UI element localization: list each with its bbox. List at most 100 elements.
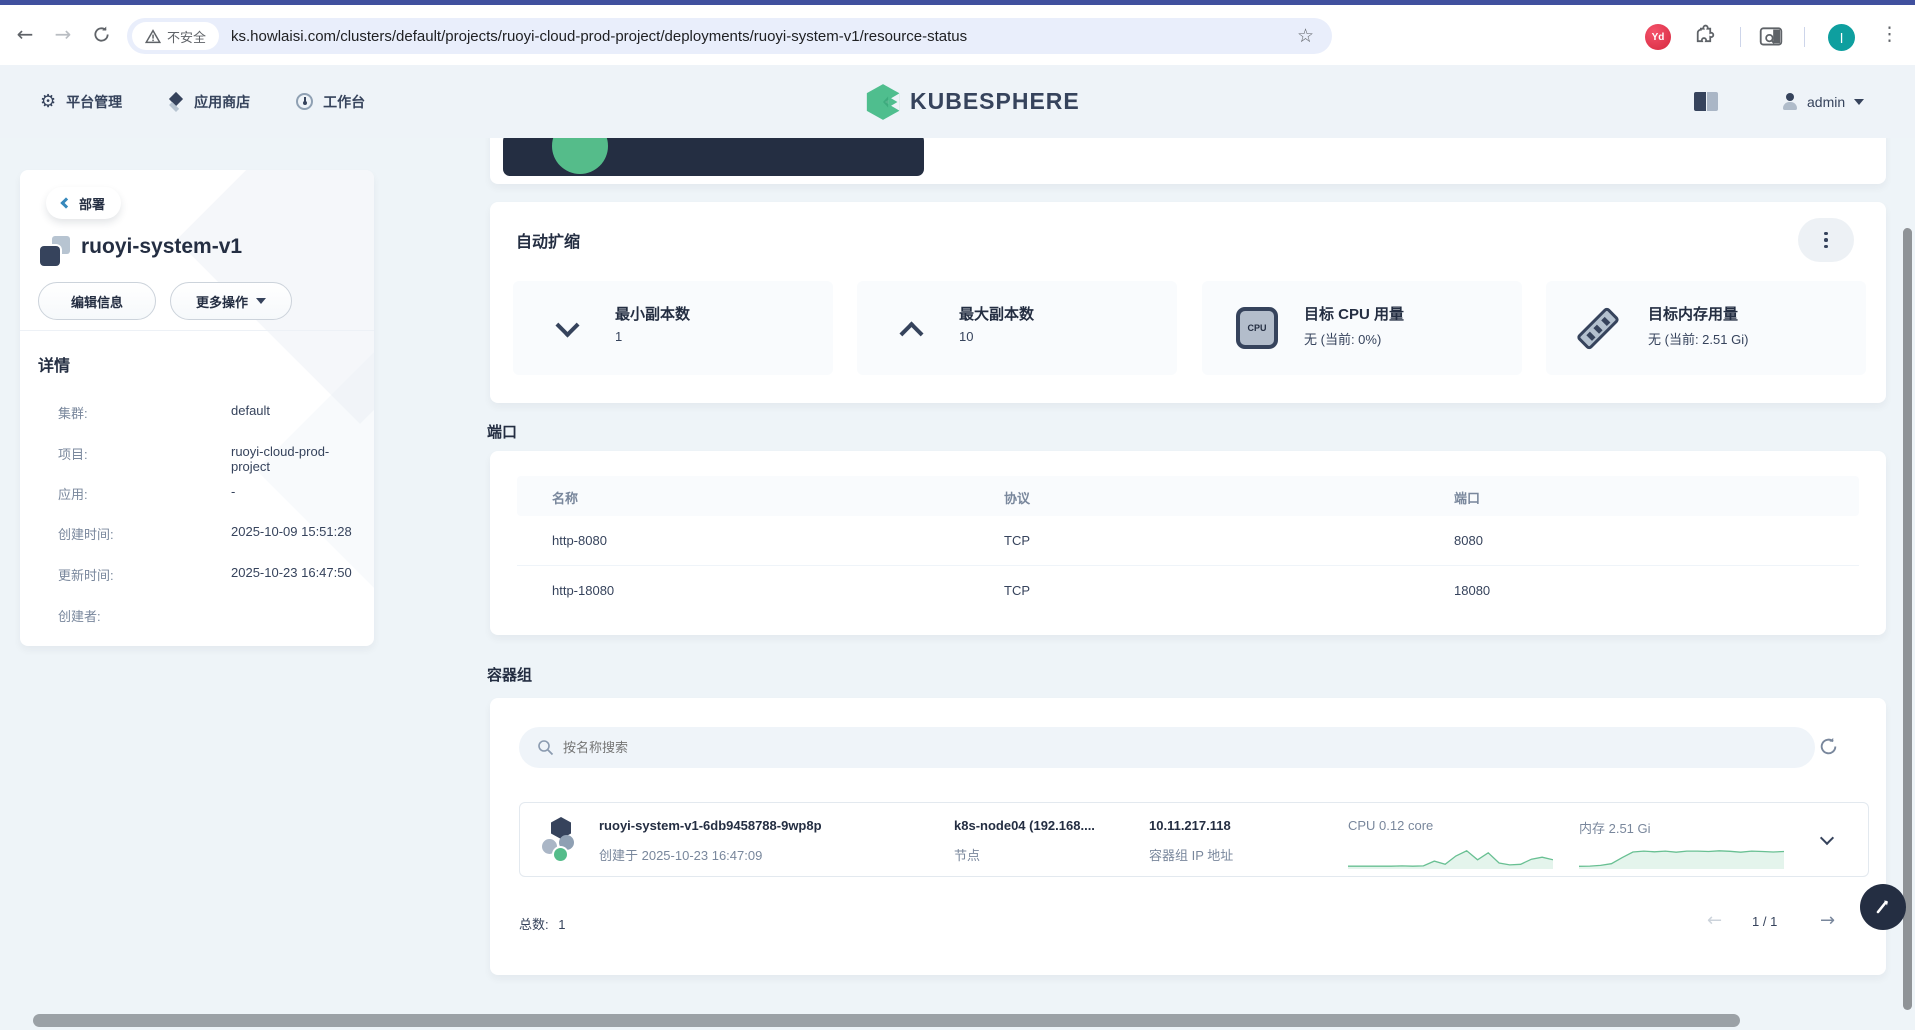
- target-memory-value: 无 (当前: 2.51 Gi): [1648, 329, 1748, 348]
- username: admin: [1807, 94, 1845, 110]
- app-header: ⚙ 平台管理 应用商店 工作台: [0, 65, 1915, 138]
- min-replicas-tile: 最小副本数 1: [513, 281, 833, 375]
- pod-created: 创建于 2025-10-23 16:47:09: [599, 845, 762, 864]
- browser-toolbar: ← → 不安全 ks.howlaisi.com/clusters/default…: [0, 5, 1915, 65]
- horizontal-scrollbar-thumb[interactable]: [33, 1014, 1740, 1027]
- nav-workbench[interactable]: 工作台: [296, 92, 365, 112]
- min-replicas-value: 1: [615, 329, 622, 344]
- nav-label: 平台管理: [66, 92, 122, 112]
- ports-table-header: 名称 协议 端口: [517, 476, 1859, 516]
- pod-name[interactable]: ruoyi-system-v1-6db9458788-9wp8p: [599, 818, 822, 833]
- edit-info-button[interactable]: 编辑信息: [38, 282, 156, 320]
- kubesphere-logo[interactable]: KUBESPHERE: [866, 65, 1080, 138]
- search-input[interactable]: [563, 740, 1663, 755]
- notifications-icon[interactable]: [1694, 92, 1720, 112]
- target-cpu-tile: CPU 目标 CPU 用量 无 (当前: 0%): [1202, 281, 1522, 375]
- browser-profile-avatar[interactable]: l: [1828, 24, 1855, 51]
- browser-reload-button[interactable]: [84, 17, 118, 51]
- pod-ip-label: 容器组 IP 地址: [1149, 845, 1233, 864]
- edit-info-label: 编辑信息: [71, 292, 123, 311]
- cpu-sparkline: [1348, 845, 1553, 869]
- page-indicator: 1 / 1: [1752, 914, 1777, 929]
- extension-yd-icon[interactable]: Yd: [1645, 24, 1671, 50]
- chevron-up-icon: [899, 321, 923, 345]
- min-replicas-title: 最小副本数: [615, 303, 690, 324]
- port-number: 8080: [1454, 533, 1483, 548]
- assistant-floating-button[interactable]: [1860, 884, 1906, 930]
- site-security-chip[interactable]: 不安全: [132, 22, 219, 50]
- table-row: http-8080 TCP 8080: [517, 516, 1859, 566]
- target-cpu-value: 无 (当前: 0%): [1304, 329, 1381, 348]
- vertical-scrollbar-thumb[interactable]: [1903, 228, 1912, 1010]
- page-next-button[interactable]: →: [1820, 910, 1835, 931]
- bookmark-star-icon[interactable]: ☆: [1297, 25, 1314, 47]
- refresh-icon[interactable]: [1818, 736, 1839, 757]
- pod-mem-label: 内存 2.51 Gi: [1579, 818, 1651, 837]
- detail-value: default: [231, 403, 270, 418]
- page-prev-button[interactable]: ←: [1707, 910, 1722, 931]
- chevron-left-icon: [60, 197, 71, 208]
- app-store-icon: [168, 94, 184, 110]
- pod-cpu-label: CPU 0.12 core: [1348, 818, 1433, 833]
- detail-value: 2025-10-09 15:51:28: [231, 524, 352, 539]
- detail-row-creator: 创建者:: [58, 606, 358, 625]
- ports-col-name: 名称: [552, 488, 578, 507]
- autoscaling-more-button[interactable]: [1798, 218, 1854, 262]
- detail-row-updated: 更新时间: 2025-10-23 16:47:50: [58, 565, 358, 584]
- back-to-deployments-button[interactable]: 部署: [46, 187, 121, 219]
- caret-down-icon: [256, 298, 266, 304]
- page-title: ruoyi-system-v1: [81, 235, 242, 259]
- port-protocol: TCP: [1004, 533, 1030, 548]
- sidebar: 部署 ruoyi-system-v1 编辑信息 更多操作 详情 集群: defa…: [20, 170, 374, 646]
- detail-row-app: 应用: -: [58, 484, 358, 503]
- pods-section-title: 容器组: [487, 664, 532, 685]
- chevron-down-icon: [555, 313, 579, 337]
- extension-badge: Yd: [1652, 32, 1665, 43]
- pods-total-value: 1: [558, 917, 565, 932]
- kubesphere-logo-text: KUBESPHERE: [910, 88, 1080, 115]
- browser-menu-kebab-icon[interactable]: ⋮: [1880, 23, 1899, 45]
- detail-label: 应用:: [58, 487, 88, 502]
- detail-row-project: 项目: ruoyi-cloud-prod-project: [58, 444, 358, 463]
- pod-expand-chevron-icon[interactable]: [1820, 831, 1834, 845]
- port-protocol: TCP: [1004, 583, 1030, 598]
- cpu-icon: CPU: [1236, 307, 1278, 349]
- detail-value: -: [231, 484, 235, 499]
- pod-search-input[interactable]: [519, 727, 1815, 768]
- nav-platform-management[interactable]: ⚙ 平台管理: [40, 91, 122, 112]
- warning-icon: [145, 29, 161, 44]
- tab-search-panel-icon[interactable]: [1758, 24, 1784, 50]
- divider: [20, 330, 374, 331]
- assistant-icon: [1873, 897, 1893, 917]
- pod-node-label: 节点: [954, 845, 980, 864]
- detail-value: ruoyi-cloud-prod-project: [231, 444, 358, 474]
- user-menu[interactable]: admin: [1782, 65, 1864, 138]
- pod-ip: 10.11.217.118: [1149, 818, 1231, 833]
- deployment-icon: [40, 236, 70, 266]
- browser-forward-button[interactable]: →: [46, 17, 80, 51]
- ports-section-title: 端口: [487, 421, 517, 442]
- autoscaling-card: 自动扩缩 最小副本数 1 最大副本数 10 CPU 目标 CPU 用量 无 (当…: [490, 202, 1886, 403]
- detail-label: 创建者:: [58, 609, 101, 624]
- detail-label: 项目:: [58, 447, 88, 462]
- more-actions-button[interactable]: 更多操作: [170, 282, 292, 320]
- browser-back-button[interactable]: ←: [8, 17, 42, 51]
- ports-col-protocol: 协议: [1004, 488, 1030, 507]
- autoscaling-title: 自动扩缩: [516, 228, 580, 252]
- back-label: 部署: [79, 194, 105, 213]
- detail-row-created: 创建时间: 2025-10-09 15:51:28: [58, 524, 358, 543]
- nav-app-store[interactable]: 应用商店: [168, 92, 250, 112]
- detail-label: 更新时间:: [58, 568, 114, 583]
- detail-row-cluster: 集群: default: [58, 403, 358, 422]
- toolbar-divider: [1740, 27, 1741, 47]
- max-replicas-tile: 最大副本数 10: [857, 281, 1177, 375]
- max-replicas-title: 最大副本数: [959, 303, 1034, 324]
- address-bar[interactable]: 不安全 ks.howlaisi.com/clusters/default/pro…: [127, 18, 1332, 54]
- table-row: http-18080 TCP 18080: [517, 566, 1859, 616]
- pod-list-item[interactable]: ruoyi-system-v1-6db9458788-9wp8p 创建于 202…: [519, 802, 1869, 877]
- detail-label: 集群:: [58, 406, 88, 421]
- extensions-puzzle-icon[interactable]: [1692, 24, 1717, 49]
- pods-total-label: 总数:: [519, 917, 549, 932]
- pods-card: ruoyi-system-v1-6db9458788-9wp8p 创建于 202…: [490, 698, 1886, 975]
- mem-sparkline: [1579, 845, 1784, 869]
